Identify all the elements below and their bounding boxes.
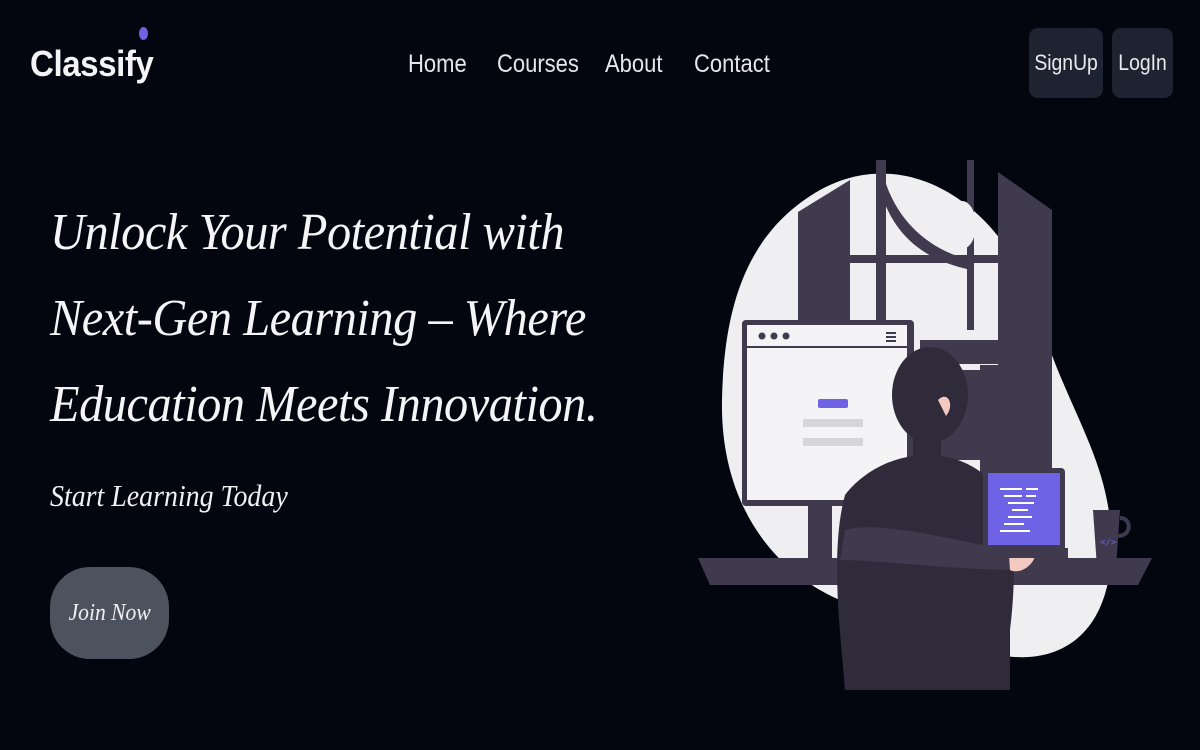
nav-link-courses[interactable]: Courses	[497, 44, 579, 84]
window-dot-icon	[758, 332, 766, 340]
monitor-line	[803, 419, 863, 427]
nav-link-about[interactable]: About	[605, 44, 663, 84]
monitor-button	[818, 399, 848, 408]
hero-headline: Unlock Your Potential with Next-Gen Lear…	[50, 204, 598, 433]
hero-illustration: </>	[698, 160, 1152, 690]
laptop-base	[980, 548, 1068, 558]
signup-button[interactable]: SignUp	[1029, 28, 1103, 98]
moon-shape	[948, 201, 976, 249]
hero-subheadline: Start Learning Today	[50, 478, 288, 513]
monitor-line	[803, 438, 863, 446]
monitor-divider	[747, 346, 907, 348]
login-button[interactable]: LogIn	[1112, 28, 1173, 98]
join-now-label: Join Now	[68, 600, 151, 626]
building-lower-right	[980, 365, 1052, 485]
join-now-button[interactable]: Join Now	[50, 567, 169, 659]
main-menu: Home Courses About Contact	[0, 44, 1200, 84]
mug-handle	[1117, 516, 1131, 538]
top-navbar: Classify Home Courses About Contact Sign…	[0, 0, 1200, 125]
hamburger-icon	[886, 332, 896, 334]
nav-link-contact[interactable]: Contact	[694, 44, 770, 84]
logo-dot-icon	[139, 27, 148, 40]
window-dot-icon	[770, 332, 778, 340]
mug-code-icon: </>	[1100, 538, 1117, 548]
person-neck	[913, 435, 941, 457]
window-bar-top	[850, 255, 1000, 263]
hamburger-icon	[886, 336, 896, 338]
person-head	[892, 347, 968, 443]
monitor-stand	[808, 505, 832, 560]
hamburger-icon	[886, 340, 896, 342]
nav-link-home[interactable]: Home	[408, 44, 467, 84]
signup-button-label: SignUp	[1034, 50, 1098, 75]
window-dot-icon	[782, 332, 790, 340]
login-button-label: LogIn	[1118, 50, 1167, 75]
